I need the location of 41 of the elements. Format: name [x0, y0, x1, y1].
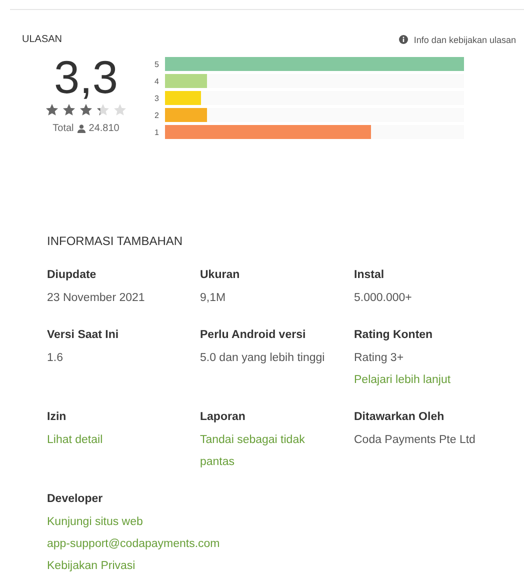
info-link[interactable]: Info dan kebijakan ulasan	[398, 34, 516, 44]
info-label: Developer	[47, 492, 104, 507]
section-title: INFORMASI TAMBAHAN	[47, 234, 184, 248]
info-label: Ditawarkan Oleh	[354, 410, 446, 425]
star-level-label: 5	[154, 60, 159, 68]
star-level-label: 1	[154, 128, 159, 136]
info-label: Ukuran	[200, 268, 241, 283]
average-rating: 3,3	[54, 53, 118, 101]
info-label: Izin	[47, 410, 68, 425]
info-label: Rating Konten	[354, 328, 434, 343]
star-level-label: 4	[154, 76, 159, 86]
info-icon	[398, 35, 408, 44]
star-icon	[45, 103, 59, 117]
review-count: 24.810	[88, 123, 120, 134]
star-level-label: 3	[154, 94, 159, 102]
total-label: Total	[52, 123, 74, 134]
info-link[interactable]: Kebijakan Privasi	[47, 555, 136, 577]
info-link[interactable]: Lihat detail	[47, 429, 189, 451]
info-value: 9,1M	[200, 291, 227, 306]
info-label: Laporan	[200, 410, 246, 425]
info-link[interactable]: Pelajari lebih lanjut	[354, 369, 451, 391]
info-link[interactable]: Kunjungi situs web	[47, 511, 143, 533]
info-value: 5.000.000+	[354, 291, 413, 306]
info-value: 23 November 2021	[47, 291, 146, 306]
star-icon	[113, 103, 127, 117]
star-icon	[96, 103, 110, 117]
section-title: ULASAN	[22, 34, 62, 45]
info-value: 5.0 dan yang lebih tinggi	[200, 351, 326, 366]
info-value: Coda Payments Pte Ltd	[354, 433, 476, 448]
star-icon	[62, 103, 76, 117]
info-label: Instal	[354, 268, 386, 283]
info-value: 1.6	[47, 351, 64, 366]
person-icon	[76, 124, 86, 133]
info-link[interactable]: app-support@codapayments.com	[47, 533, 220, 555]
info-label: Diupdate	[47, 268, 98, 283]
info-value: Rating 3+	[354, 351, 405, 366]
info-label: Perlu Android versi	[200, 328, 307, 343]
info-link[interactable]: Tandai sebagai tidak pantas	[200, 429, 342, 473]
star-icon	[79, 103, 93, 117]
info-label: Versi Saat Ini	[47, 328, 120, 343]
star-level-label: 2	[154, 110, 159, 120]
